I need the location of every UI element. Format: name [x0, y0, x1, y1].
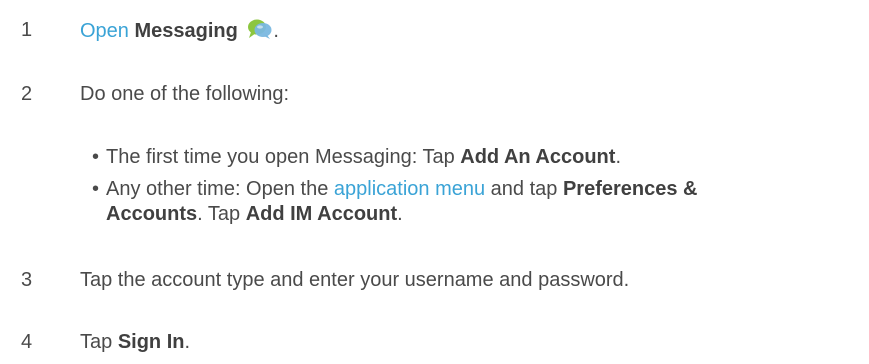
bullet: •	[92, 146, 100, 168]
step-number: 4	[21, 331, 33, 353]
messaging-app-name: Messaging	[134, 20, 238, 42]
period: .	[273, 20, 279, 42]
application-menu-link[interactable]: application menu	[334, 178, 485, 200]
step-text: Tap the account type and enter your user…	[80, 269, 630, 291]
step-number: 3	[21, 269, 33, 291]
step-number: 1	[21, 19, 33, 41]
step-text: Tap Sign In.	[80, 331, 191, 353]
step-text: Do one of the following:	[80, 83, 290, 105]
accounts-label: Accounts	[106, 203, 198, 225]
add-an-account-label: Add An Account	[460, 146, 616, 168]
step-number: 2	[21, 83, 33, 105]
list-item: • Any other time: Open the application m…	[92, 178, 698, 225]
options-list: • The first time you open Messaging: Tap…	[80, 145, 849, 234]
step-text: Open Messaging .	[80, 18, 849, 44]
preferences-label: Preferences &	[562, 178, 698, 200]
instructions-page: 1 Open Messaging . 2 Do one of the follo…	[0, 0, 869, 364]
list-item: • The first time you open Messaging: Tap…	[92, 146, 621, 168]
open-link[interactable]: Open	[80, 20, 129, 42]
sign-in-label: Sign In	[117, 331, 185, 353]
messaging-icon	[247, 18, 273, 40]
bullet: •	[92, 178, 100, 200]
add-im-account-label: Add IM Account	[245, 203, 398, 225]
